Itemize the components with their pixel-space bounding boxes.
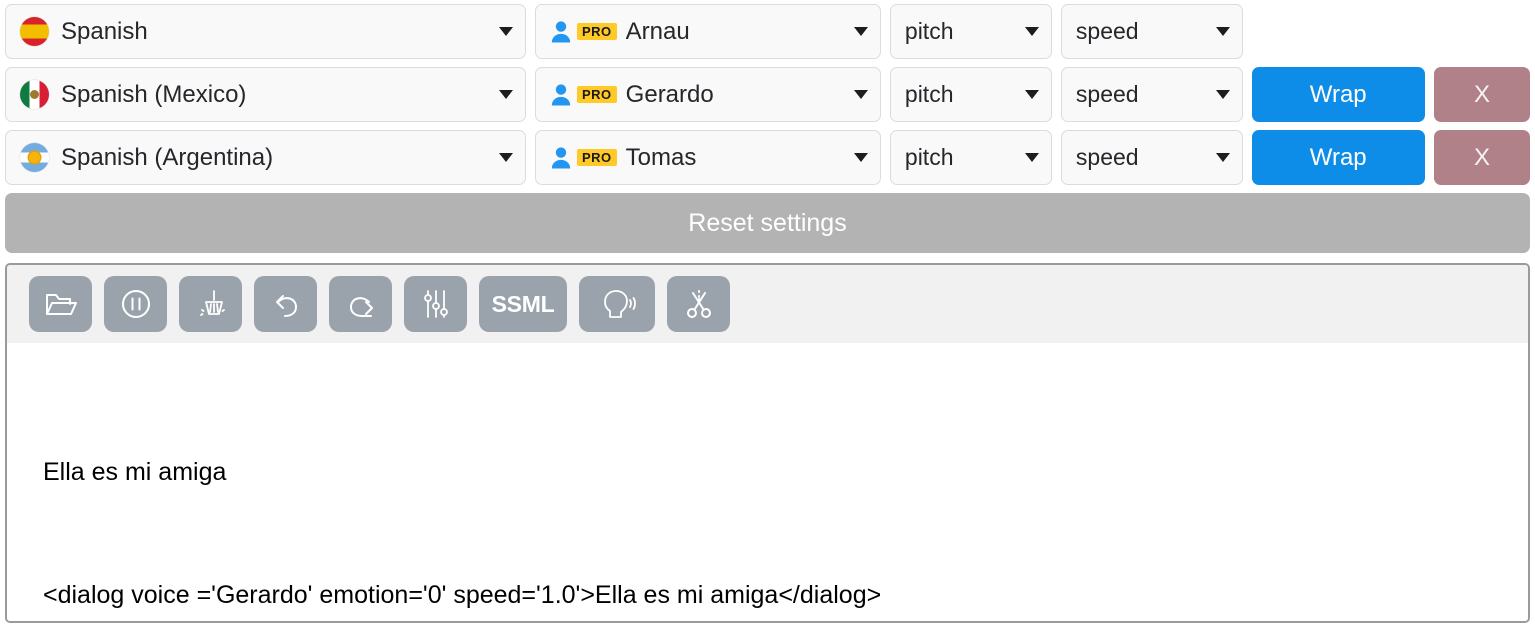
chevron-down-icon <box>1024 90 1039 99</box>
delete-row-button-1[interactable]: X <box>1433 67 1531 122</box>
voice-row: Spanish (Argentina) PRO Tomas pitch spee… <box>5 130 1531 185</box>
language-select-0[interactable]: Spanish <box>5 4 526 59</box>
chevron-down-icon <box>499 90 513 99</box>
flag-mexico-icon <box>20 80 49 109</box>
redo-glyph <box>349 297 373 317</box>
person-icon <box>551 147 571 169</box>
voice-label-0: Arnau <box>625 17 690 45</box>
ssml-text-input[interactable]: Ella es mi amiga <dialog voice ='Gerardo… <box>7 343 1528 621</box>
redo-icon[interactable] <box>329 276 392 332</box>
speed-select-2[interactable]: speed <box>1060 130 1243 185</box>
editor-line-0: Ella es mi amiga <box>43 457 227 486</box>
speaking-head-icon[interactable] <box>579 276 655 332</box>
pitch-select-0[interactable]: pitch <box>889 4 1052 59</box>
pitch-select-1[interactable]: pitch <box>889 67 1052 122</box>
chevron-down-icon <box>499 153 513 162</box>
pro-badge-0: PRO <box>577 22 617 41</box>
wrap-button-1[interactable]: Wrap <box>1251 67 1425 122</box>
pro-badge-2: PRO <box>577 148 617 167</box>
voice-rows-container: Spanish PRO Arnau pitch speed Spanish (M… <box>0 0 1535 185</box>
pro-badge-1: PRO <box>577 85 617 104</box>
pause-glyph <box>121 290 150 318</box>
language-select-1[interactable]: Spanish (Mexico) <box>5 67 526 122</box>
person-icon <box>551 21 571 43</box>
broom-clean-icon[interactable] <box>179 276 242 332</box>
voice-select-0[interactable]: PRO Arnau <box>535 4 881 59</box>
voice-pro-badge-group-2: PRO <box>550 146 617 169</box>
voice-select-2[interactable]: PRO Tomas <box>535 130 881 185</box>
voice-row: Spanish (Mexico) PRO Gerardo pitch speed… <box>5 67 1531 122</box>
editor-toolbar: SSML <box>7 265 1528 343</box>
chevron-down-icon <box>1215 27 1230 36</box>
voice-pro-badge-group-0: PRO <box>550 20 617 43</box>
flag-argentina-icon <box>20 143 49 172</box>
speed-select-1[interactable]: speed <box>1060 67 1243 122</box>
ssml-label: SSML <box>491 290 555 317</box>
pitch-label-1: pitch <box>904 81 954 107</box>
person-icon <box>551 84 571 106</box>
chevron-down-icon <box>853 90 868 99</box>
chevron-down-icon <box>1215 153 1230 162</box>
pitch-select-2[interactable]: pitch <box>889 130 1052 185</box>
language-label-0: Spanish <box>61 17 148 45</box>
voice-row: Spanish PRO Arnau pitch speed <box>5 4 1530 59</box>
chevron-down-icon <box>499 27 513 36</box>
voice-pro-badge-group-1: PRO <box>550 83 617 106</box>
ssml-icon[interactable]: SSML <box>479 276 567 332</box>
chevron-down-icon <box>853 153 868 162</box>
undo-icon[interactable] <box>254 276 317 332</box>
speed-select-0[interactable]: speed <box>1060 4 1243 59</box>
broom-glyph <box>199 290 225 316</box>
pitch-label-0: pitch <box>904 18 954 44</box>
language-label-2: Spanish (Argentina) <box>61 143 274 171</box>
tts-voice-editor-app: Spanish PRO Arnau pitch speed Spanish (M… <box>0 0 1535 634</box>
sliders-glyph <box>423 290 448 318</box>
equalizer-sliders-icon[interactable] <box>404 276 467 332</box>
scissors-glyph <box>686 290 711 318</box>
text-editor-panel: SSML Ella es mi amiga <dialog voice ='Ge… <box>5 263 1530 623</box>
language-select-2[interactable]: Spanish (Argentina) <box>5 130 526 185</box>
chevron-down-icon <box>1024 27 1039 36</box>
speed-label-2: speed <box>1075 144 1139 170</box>
delete-row-button-2[interactable]: X <box>1433 130 1531 185</box>
undo-glyph <box>275 295 297 317</box>
reset-settings-button[interactable]: Reset settings <box>5 193 1530 253</box>
speaking-head-glyph <box>604 290 636 318</box>
flag-spain-icon <box>20 17 49 46</box>
wrap-button-2[interactable]: Wrap <box>1251 130 1425 185</box>
language-label-1: Spanish (Mexico) <box>61 80 247 108</box>
open-folder-glyph <box>45 294 77 315</box>
voice-label-1: Gerardo <box>625 80 714 108</box>
pitch-label-2: pitch <box>904 144 954 170</box>
chevron-down-icon <box>1024 153 1039 162</box>
chevron-down-icon <box>853 27 868 36</box>
pause-icon[interactable] <box>104 276 167 332</box>
editor-line-1: <dialog voice ='Gerardo' emotion='0' spe… <box>43 581 882 610</box>
scissors-icon[interactable] <box>667 276 730 332</box>
open-folder-icon[interactable] <box>29 276 92 332</box>
speed-label-1: speed <box>1075 81 1139 107</box>
voice-label-2: Tomas <box>625 143 697 171</box>
chevron-down-icon <box>1215 90 1230 99</box>
voice-select-1[interactable]: PRO Gerardo <box>535 67 881 122</box>
speed-label-0: speed <box>1075 18 1139 44</box>
